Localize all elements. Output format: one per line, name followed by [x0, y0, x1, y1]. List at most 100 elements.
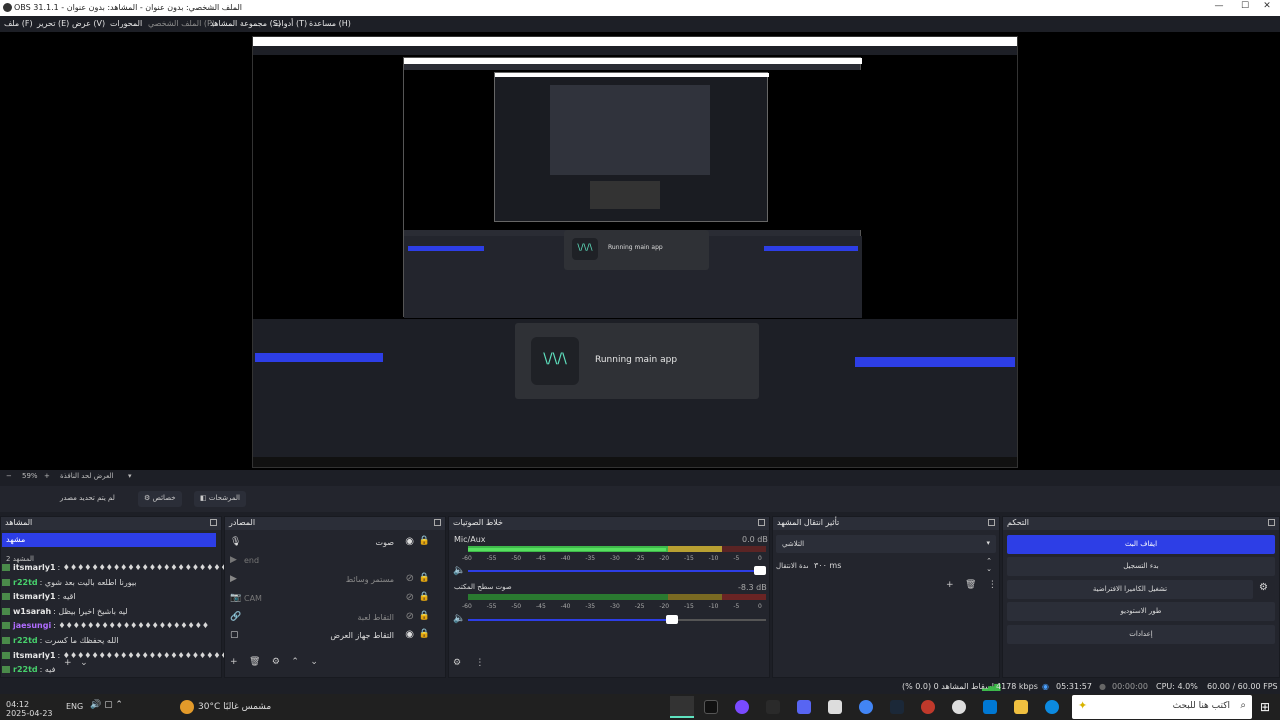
- mixer-settings-icon[interactable]: ⚙: [453, 658, 461, 668]
- menu-docks[interactable]: المحورات: [110, 19, 142, 28]
- menu-edit[interactable]: تحرير (E): [37, 19, 69, 28]
- undock-icon[interactable]: [758, 519, 765, 526]
- gear-icon[interactable]: ⚙: [1259, 582, 1268, 593]
- add-source-icon[interactable]: +: [230, 657, 238, 667]
- undock-icon[interactable]: [210, 519, 217, 526]
- steam-icon[interactable]: [890, 700, 904, 714]
- app-icon[interactable]: [735, 700, 749, 714]
- settings-button[interactable]: إعدادات: [1007, 625, 1275, 644]
- zoom-dropdown-icon[interactable]: ▾: [128, 472, 132, 480]
- windows-taskbar: 04:12 2025-04-23 ENG 🔊 ▢ ⌃ 30°C مشمس غالب…: [0, 694, 1280, 720]
- gear-icon[interactable]: ⚙: [272, 657, 280, 667]
- speaker-icon[interactable]: 🔈: [453, 613, 465, 624]
- source-row[interactable]: 🎙 صوت ◉ 🔒: [228, 534, 440, 552]
- channel-name: Mic/Aux: [454, 535, 486, 544]
- camera-icon: 📷: [230, 593, 242, 603]
- start-recording-button[interactable]: بدء التسجيل: [1007, 557, 1275, 576]
- source-row[interactable]: 📷 CAM ⊘ 🔒: [228, 590, 440, 608]
- app-icon[interactable]: [952, 700, 966, 714]
- scene-item-active[interactable]: مشهد: [2, 533, 216, 547]
- stop-streaming-button[interactable]: ايقاف البث: [1007, 535, 1275, 554]
- outlook-icon[interactable]: [983, 700, 997, 714]
- chat-username: itsmarly1: [13, 592, 56, 602]
- spin-icon[interactable]: ⌃ ⌄: [986, 557, 992, 573]
- weather-text[interactable]: 30°C مشمس غالبًا: [198, 702, 271, 712]
- trash-icon[interactable]: 🗑: [965, 580, 976, 590]
- move-down-icon[interactable]: ⌄: [310, 657, 318, 667]
- menu-profile[interactable]: الملف الشخصي (P): [148, 19, 215, 28]
- badge-icon: [2, 637, 10, 644]
- menu-file[interactable]: ملف (F): [4, 19, 33, 28]
- volume-slider[interactable]: [468, 619, 672, 621]
- taskbar-time: 04:12 2025-04-23: [6, 700, 53, 718]
- menu-help[interactable]: مساعدة (H): [309, 19, 351, 28]
- folder-icon[interactable]: [1014, 700, 1028, 714]
- volume-slider-handle[interactable]: [666, 615, 678, 624]
- language-indicator[interactable]: ENG: [66, 702, 83, 711]
- speaker-icon[interactable]: 🔈: [453, 565, 465, 576]
- source-row[interactable]: ▶ end: [228, 552, 440, 570]
- source-row[interactable]: ▶ مستمر وسائط ⊘ 🔒: [228, 571, 440, 589]
- title-bar: OBS 31.1.1 - الملف الشخصي: بدون عنوان - …: [0, 0, 1280, 16]
- properties-button[interactable]: ⚙ خصائص: [138, 491, 182, 507]
- undock-icon[interactable]: [434, 519, 441, 526]
- add-scene-icon[interactable]: +: [64, 658, 72, 668]
- close-button[interactable]: ✕: [1254, 1, 1280, 15]
- tray-icons[interactable]: 🔊 ▢ ⌃: [90, 700, 123, 710]
- scene-down-icon[interactable]: ⌄: [80, 658, 88, 668]
- eye-hidden-icon[interactable]: ⊘: [406, 592, 414, 603]
- eye-icon[interactable]: ◉: [405, 536, 414, 547]
- chat-text: : ♦♦♦♦♦♦♦♦♦♦♦♦♦♦♦♦♦♦♦♦♦: [53, 621, 210, 631]
- eye-icon[interactable]: ◉: [405, 629, 414, 640]
- pen-app-icon[interactable]: [704, 700, 718, 714]
- scale-tick: -50: [511, 555, 522, 562]
- channel-db: -8.3 dB: [738, 583, 767, 592]
- app-icon[interactable]: [766, 700, 780, 714]
- menu-tools[interactable]: أدوات (T): [274, 19, 307, 28]
- app-icon[interactable]: [921, 700, 935, 714]
- windows-start-icon[interactable]: ⊞: [1260, 700, 1274, 714]
- duration-input[interactable]: ٣٠٠ ms ⌃ ⌄: [808, 557, 996, 575]
- minimize-button[interactable]: —: [1206, 1, 1232, 15]
- add-transition-icon[interactable]: +: [946, 580, 954, 590]
- lock-icon[interactable]: 🔒: [419, 592, 430, 602]
- more-icon[interactable]: ⋮: [475, 658, 484, 668]
- search-box[interactable]: ✦ اكتب هنا للبحث ⌕: [1072, 695, 1252, 719]
- filters-button[interactable]: ◧ المرشحات: [194, 491, 246, 507]
- source-row[interactable]: ▢ التقاط جهاز العرض ◉ 🔒: [228, 627, 440, 645]
- lock-icon[interactable]: 🔒: [419, 611, 430, 621]
- bitrate: 4178 kbps: [996, 682, 1038, 691]
- eye-hidden-icon[interactable]: ⊘: [406, 611, 414, 622]
- transition-select[interactable]: التلاشي ▾: [776, 535, 996, 553]
- stream-icon: ◉: [1042, 682, 1049, 691]
- lock-icon[interactable]: 🔒: [419, 573, 430, 583]
- sources-dock-header: المصادر: [225, 517, 445, 530]
- obs-logo-icon: [3, 3, 12, 12]
- eye-hidden-icon[interactable]: ⊘: [406, 573, 414, 584]
- chrome-icon[interactable]: [859, 700, 873, 714]
- zoom-plus[interactable]: +: [44, 472, 50, 480]
- more-icon[interactable]: ⋮: [988, 580, 997, 590]
- menu-view[interactable]: عرض (V): [72, 19, 105, 28]
- discord-icon[interactable]: [797, 700, 811, 714]
- app-icon[interactable]: [828, 700, 842, 714]
- edge-icon[interactable]: [1045, 700, 1059, 714]
- undock-icon[interactable]: [1268, 519, 1275, 526]
- zoom-minus[interactable]: −: [6, 472, 12, 480]
- nested-app-icon: \/\/\: [572, 238, 598, 260]
- menu-scene-collection[interactable]: مجموعة المشاهد (S): [210, 19, 281, 28]
- obs-taskbar-icon[interactable]: [670, 696, 694, 718]
- studio-mode-button[interactable]: طور الاستوديو: [1007, 602, 1275, 621]
- lock-icon[interactable]: 🔒: [419, 536, 430, 546]
- virtual-camera-button[interactable]: تشغيل الكاميرا الافتراضية: [1007, 580, 1253, 599]
- date-text: 2025-04-23: [6, 709, 53, 718]
- move-up-icon[interactable]: ⌃: [291, 657, 299, 667]
- source-row[interactable]: 🔗 التقاط لعبة ⊘ 🔒: [228, 609, 440, 627]
- volume-slider-handle[interactable]: [754, 566, 766, 575]
- controls-dock-header: التحكم: [1003, 517, 1279, 530]
- volume-slider[interactable]: [468, 570, 766, 572]
- badge-icon: [2, 607, 10, 615]
- lock-icon[interactable]: 🔒: [419, 629, 430, 639]
- trash-icon[interactable]: 🗑: [249, 657, 260, 667]
- undock-icon[interactable]: [988, 519, 995, 526]
